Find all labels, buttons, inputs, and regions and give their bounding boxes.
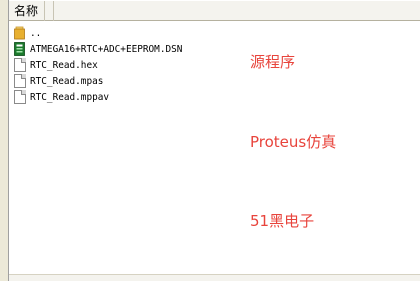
file-explorer-window: 名称 .. ATMEGA16+RTC+ADC+EEPROM.DSN RTC_Re… [0, 0, 420, 281]
file-row-hex[interactable]: RTC_Read.hex [14, 57, 234, 73]
file-row-dsn[interactable]: ATMEGA16+RTC+ADC+EEPROM.DSN [14, 41, 234, 57]
file-list: .. ATMEGA16+RTC+ADC+EEPROM.DSN RTC_Read.… [14, 25, 234, 105]
name-column-header[interactable]: 名称 [9, 1, 45, 21]
proteus-simulation-annotation: Proteus仿真 [250, 133, 337, 151]
file-icon [14, 74, 26, 88]
horizontal-scroll-edge[interactable] [9, 274, 420, 281]
column-header-bar: 名称 [9, 0, 420, 21]
file-row-parent-folder[interactable]: .. [14, 25, 234, 41]
file-icon [14, 58, 26, 72]
proteus-dsn-icon [14, 42, 26, 56]
brand-annotation: 51黑电子 [250, 212, 315, 230]
file-row-mpas[interactable]: RTC_Read.mpas [14, 73, 234, 89]
file-name: .. [30, 27, 42, 39]
file-icon [14, 90, 26, 104]
source-code-annotation: 源程序 [250, 53, 296, 71]
file-name: ATMEGA16+RTC+ADC+EEPROM.DSN [30, 43, 183, 55]
file-row-mppav[interactable]: RTC_Read.mppav [14, 89, 234, 105]
folder-up-icon [14, 26, 26, 40]
file-name: RTC_Read.hex [30, 59, 98, 71]
file-name: RTC_Read.mppav [30, 91, 110, 103]
navigation-pane-edge [0, 0, 9, 281]
column-divider[interactable] [45, 1, 54, 21]
file-name: RTC_Read.mpas [30, 75, 104, 87]
